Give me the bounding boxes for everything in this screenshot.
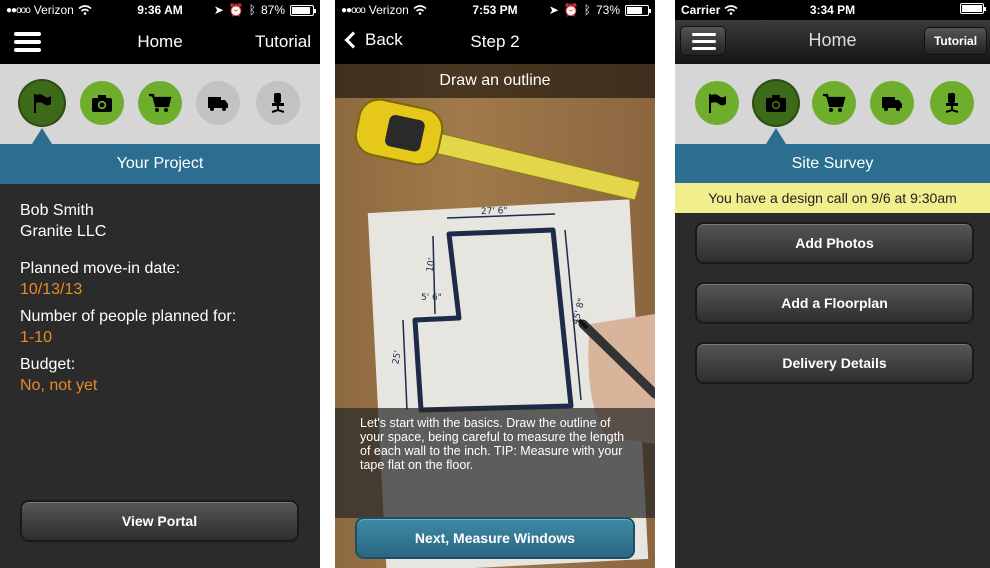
step-header: Draw an outline [335, 64, 655, 98]
move-in-value: 10/13/13 [20, 281, 83, 298]
screen-draw-outline: ●●ooo Verizon 7:53 PM ➤ ⏰ ᛒ 73% Back Step… [335, 0, 655, 568]
section-title: Site Survey [675, 144, 990, 183]
alarm-icon: ⏰ [228, 3, 244, 17]
project-details: Bob Smith Granite LLC Planned move-in da… [20, 200, 236, 396]
cart-icon[interactable] [812, 81, 856, 125]
people-value: 1-10 [20, 329, 53, 346]
bluetooth-icon: ᛒ [583, 3, 591, 17]
nav-title: Step 2 [470, 32, 520, 51]
company-name: Granite LLC [20, 223, 107, 240]
sketch-label-top: 27' 6" [481, 206, 508, 217]
nav-bar: Back Step 2 [335, 20, 655, 64]
sketch-label-left-lower: 25' [391, 350, 403, 365]
nav-bar: Home Tutorial [675, 20, 990, 64]
battery-icon [960, 3, 986, 14]
battery-percent: 87% [260, 3, 285, 17]
instruction-text: Let's start with the basics. Draw the ou… [335, 408, 655, 518]
status-bar: ●●ooo Verizon 9:36 AM ➤ ⏰ ᛒ 87% [0, 0, 320, 20]
tutorial-button[interactable]: Tutorial [924, 27, 987, 55]
tape-measure-icon [354, 98, 641, 201]
truck-icon[interactable] [870, 81, 914, 125]
design-call-notice: You have a design call on 9/6 at 9:30am [675, 183, 990, 213]
step-icon-bar [675, 64, 990, 144]
screen-your-project: ●●ooo Verizon 9:36 AM ➤ ⏰ ᛒ 87% Home Tuto… [0, 0, 320, 568]
battery-icon [290, 4, 316, 16]
flag-icon[interactable] [20, 81, 64, 125]
battery-percent: 73% [595, 3, 620, 17]
client-name: Bob Smith [20, 202, 94, 219]
location-icon: ➤ [213, 3, 224, 17]
budget-value: No, not yet [20, 377, 98, 394]
view-portal-button[interactable]: View Portal [20, 500, 299, 542]
active-step-pointer [32, 128, 52, 144]
section-title: Your Project [0, 144, 320, 184]
status-bar: ●●ooo Verizon 7:53 PM ➤ ⏰ ᛒ 73% [335, 0, 655, 20]
chair-icon[interactable] [930, 81, 974, 125]
flag-icon[interactable] [695, 81, 739, 125]
active-step-pointer [766, 128, 786, 144]
status-time: 3:34 PM [809, 3, 856, 17]
location-icon: ➤ [548, 3, 559, 17]
add-floorplan-button[interactable]: Add a Floorplan [695, 282, 974, 324]
sketch-label-notch: 5' 6" [421, 293, 442, 303]
camera-icon[interactable] [80, 81, 124, 125]
sketch-label-left-upper: 10' [425, 257, 437, 272]
alarm-icon: ⏰ [563, 3, 579, 17]
nav-bar: Home Tutorial [0, 20, 320, 64]
budget-label: Budget: [20, 356, 76, 373]
add-photos-button[interactable]: Add Photos [695, 222, 974, 264]
screen-site-survey: Carrier 3:34 PM Home Tutorial Site Surve… [675, 0, 990, 568]
camera-icon[interactable] [754, 81, 798, 125]
cart-icon[interactable] [138, 81, 182, 125]
tutorial-link[interactable]: Tutorial [255, 32, 311, 52]
delivery-details-button[interactable]: Delivery Details [695, 342, 974, 384]
truck-icon[interactable] [196, 81, 240, 125]
bluetooth-icon: ᛒ [248, 3, 256, 17]
move-in-label: Planned move-in date: [20, 260, 181, 277]
next-measure-windows-button[interactable]: Next, Measure Windows [355, 517, 635, 559]
people-label: Number of people planned for: [20, 308, 237, 325]
battery-icon [625, 4, 651, 16]
status-bar: Carrier 3:34 PM [675, 0, 990, 20]
chair-icon[interactable] [256, 81, 300, 125]
